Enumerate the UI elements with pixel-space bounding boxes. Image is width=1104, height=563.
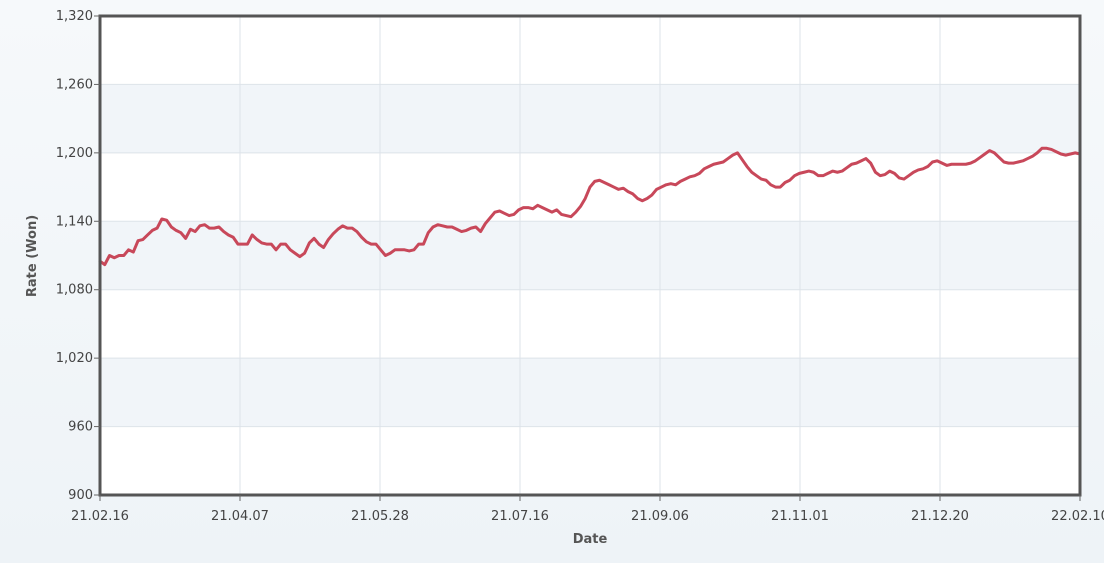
x-axis-title: Date	[573, 532, 608, 547]
y-tick-label: 960	[68, 420, 93, 435]
y-axis-title: Rate (Won)	[25, 215, 40, 297]
y-tick-label: 1,320	[56, 9, 93, 24]
x-tick-label: 21.04.07	[211, 509, 269, 524]
x-tick-label: 22.02.10	[1051, 509, 1104, 524]
x-axis: 21.02.16 21.04.07 21.05.28 21.07.16 21.09.06…	[71, 495, 1104, 524]
plot-band	[100, 358, 1080, 427]
line-chart: 900 960 1,020 1,080 1,140 1,200 1,260 1,320 21.…	[25, 9, 1104, 547]
x-tick-label: 21.12.20	[911, 509, 969, 524]
x-tick-label: 21.05.28	[351, 509, 409, 524]
y-axis: 900 960 1,020 1,080 1,140 1,200 1,260 1,320	[56, 9, 100, 503]
y-tick-label: 1,200	[56, 146, 93, 161]
x-tick-label: 21.11.01	[771, 509, 829, 524]
plot-band	[100, 221, 1080, 290]
plot-bands	[100, 84, 1080, 427]
plot-band	[100, 84, 1080, 153]
y-tick-label: 1,260	[56, 77, 93, 92]
x-tick-label: 21.09.06	[631, 509, 689, 524]
y-tick-label: 1,020	[56, 351, 93, 366]
y-tick-label: 1,080	[56, 283, 93, 298]
y-tick-label: 900	[68, 488, 93, 503]
y-tick-label: 1,140	[56, 214, 93, 229]
x-tick-label: 21.02.16	[71, 509, 129, 524]
x-tick-label: 21.07.16	[491, 509, 549, 524]
